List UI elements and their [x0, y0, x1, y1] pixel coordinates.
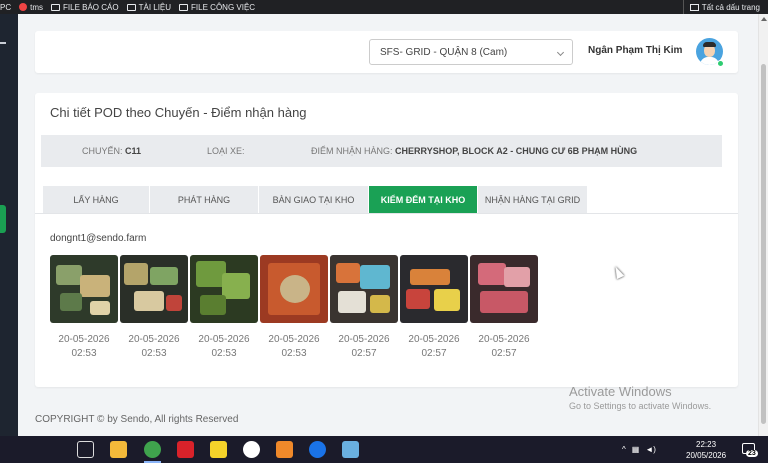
folder-icon	[689, 3, 699, 11]
footer-copyright: COPYRIGHT © by Sendo, All rights Reserve…	[35, 414, 239, 425]
pod-photo-thumbnail[interactable]	[330, 255, 398, 323]
bookmark-file-cong-viec[interactable]: FILE CÔNG VIỆC	[179, 3, 255, 12]
user-name[interactable]: Ngân Phạm Thị Kim	[588, 45, 682, 56]
tab-phat-hang[interactable]: PHÁT HÀNG	[150, 186, 258, 213]
tab-divider	[35, 213, 738, 214]
chevron-down-icon	[556, 48, 565, 57]
page-title: Chi tiết POD theo Chuyến - Điểm nhận hàn…	[50, 105, 307, 120]
photo-timestamp: 20-05-2026 02:57	[478, 334, 530, 359]
activate-windows-watermark: Activate Windows Go to Settings to activ…	[569, 384, 712, 411]
tab-ban-giao-tai-kho[interactable]: BÀN GIAO TẠI KHO	[259, 186, 368, 213]
photo-timestamp: 20-05-2026 02:53	[268, 334, 320, 359]
pod-photo-thumbnail[interactable]	[120, 255, 188, 323]
pod-photo[interactable]: 20-05-2026 02:53	[50, 255, 118, 361]
pod-photo-thumbnail[interactable]	[470, 255, 538, 323]
pod-photo[interactable]: 20-05-2026 02:53	[190, 255, 258, 361]
file-explorer-icon[interactable]	[110, 441, 127, 458]
hub-select[interactable]: SFS- GRID - QUẬN 8 (Cam)	[369, 39, 573, 65]
volume-icon[interactable]: ◄)	[645, 445, 656, 454]
bookmark-file-bao-cao[interactable]: FILE BÁO CÁO	[51, 3, 119, 12]
vehicle-info: LOẠI XE:	[207, 146, 245, 156]
folder-icon	[126, 3, 136, 11]
tab-lay-hang[interactable]: LẤY HÀNG	[43, 186, 149, 213]
uploader-email: dongnt1@sendo.farm	[50, 233, 147, 244]
photo-timestamp: 20-05-2026 02:53	[58, 334, 110, 359]
trip-info-bar: CHUYẾN: C11 LOẠI XE: ĐIỂM NHẬN HÀNG: CHE…	[41, 135, 722, 167]
pod-photo[interactable]: 20-05-2026 02:53	[260, 255, 328, 361]
page-scrollbar[interactable]	[758, 14, 768, 436]
bookmark-tms[interactable]: tms	[19, 3, 43, 12]
app-icon[interactable]	[243, 441, 260, 458]
bookmark-tai-lieu[interactable]: TÀI LIỆU	[126, 3, 171, 12]
windows-taskbar: ^ ▦ ◄) 22:23 20/05/2026 23	[0, 436, 768, 463]
photo-timestamp: 20-05-2026 02:57	[408, 334, 460, 359]
folder-icon	[179, 3, 189, 11]
pod-photo-thumbnail[interactable]	[50, 255, 118, 323]
tms-icon	[19, 3, 28, 11]
tab-bar: LẤY HÀNG PHÁT HÀNG BÀN GIAO TẠI KHO KIỂM…	[43, 186, 587, 213]
sticky-notes-icon[interactable]	[210, 441, 227, 458]
photo-timestamp: 20-05-2026 02:53	[198, 334, 250, 359]
pod-photo[interactable]: 20-05-2026 02:57	[400, 255, 468, 361]
sidebar	[0, 14, 18, 436]
pickup-point-info: ĐIỂM NHẬN HÀNG: CHERRYSHOP, BLOCK A2 - C…	[311, 146, 638, 156]
pod-photo-list: 20-05-2026 02:53 20-05-2026 02:53 20-05-20…	[50, 255, 538, 361]
app-icon[interactable]	[276, 441, 293, 458]
sidebar-item-active[interactable]	[0, 205, 6, 233]
pod-photo[interactable]: 20-05-2026 02:53	[120, 255, 188, 361]
pod-detail-card: Chi tiết POD theo Chuyến - Điểm nhận hàn…	[35, 93, 738, 387]
bookmarks-bar: PC tms FILE BÁO CÁO TÀI LIỆU FILE CÔNG V…	[0, 0, 768, 14]
folder-icon	[51, 3, 61, 11]
notification-count-badge: 23	[746, 450, 758, 457]
online-status-dot	[717, 60, 724, 67]
zalo-icon[interactable]	[309, 441, 326, 458]
all-bookmarks-button[interactable]: Tất cả dấu trang	[682, 0, 760, 14]
scrollbar-thumb[interactable]	[761, 64, 766, 424]
wps-office-icon[interactable]	[177, 441, 194, 458]
pod-photo[interactable]: 20-05-2026 02:57	[470, 255, 538, 361]
tab-nhan-hang-tai-grid[interactable]: NHẬN HÀNG TẠI GRID	[478, 186, 587, 213]
top-header: SFS- GRID - QUẬN 8 (Cam) Ngân Phạm Thị K…	[35, 31, 738, 73]
app-icon[interactable]	[342, 441, 359, 458]
pod-photo[interactable]: 20-05-2026 02:57	[330, 255, 398, 361]
pod-photo-thumbnail[interactable]	[190, 255, 258, 323]
tab-kiem-dem-tai-kho[interactable]: KIỂM ĐẾM TẠI KHO	[369, 186, 477, 213]
sidebar-item[interactable]	[0, 42, 6, 44]
scroll-up-icon[interactable]	[761, 17, 767, 21]
chrome-icon[interactable]	[144, 441, 161, 458]
trip-info: CHUYẾN: C11	[82, 146, 142, 156]
photo-timestamp: 20-05-2026 02:57	[338, 334, 390, 359]
bookmark-pc[interactable]: PC	[0, 3, 11, 12]
pod-photo-thumbnail[interactable]	[400, 255, 468, 323]
system-tray: ^ ▦ ◄)	[622, 436, 662, 463]
pod-photo-thumbnail[interactable]	[260, 255, 328, 323]
chevron-up-icon[interactable]: ^	[622, 445, 626, 454]
taskbar-clock[interactable]: 22:23 20/05/2026	[686, 439, 726, 461]
photo-timestamp: 20-05-2026 02:53	[128, 334, 180, 359]
task-view-icon[interactable]	[77, 441, 94, 458]
network-icon[interactable]: ▦	[632, 445, 640, 454]
